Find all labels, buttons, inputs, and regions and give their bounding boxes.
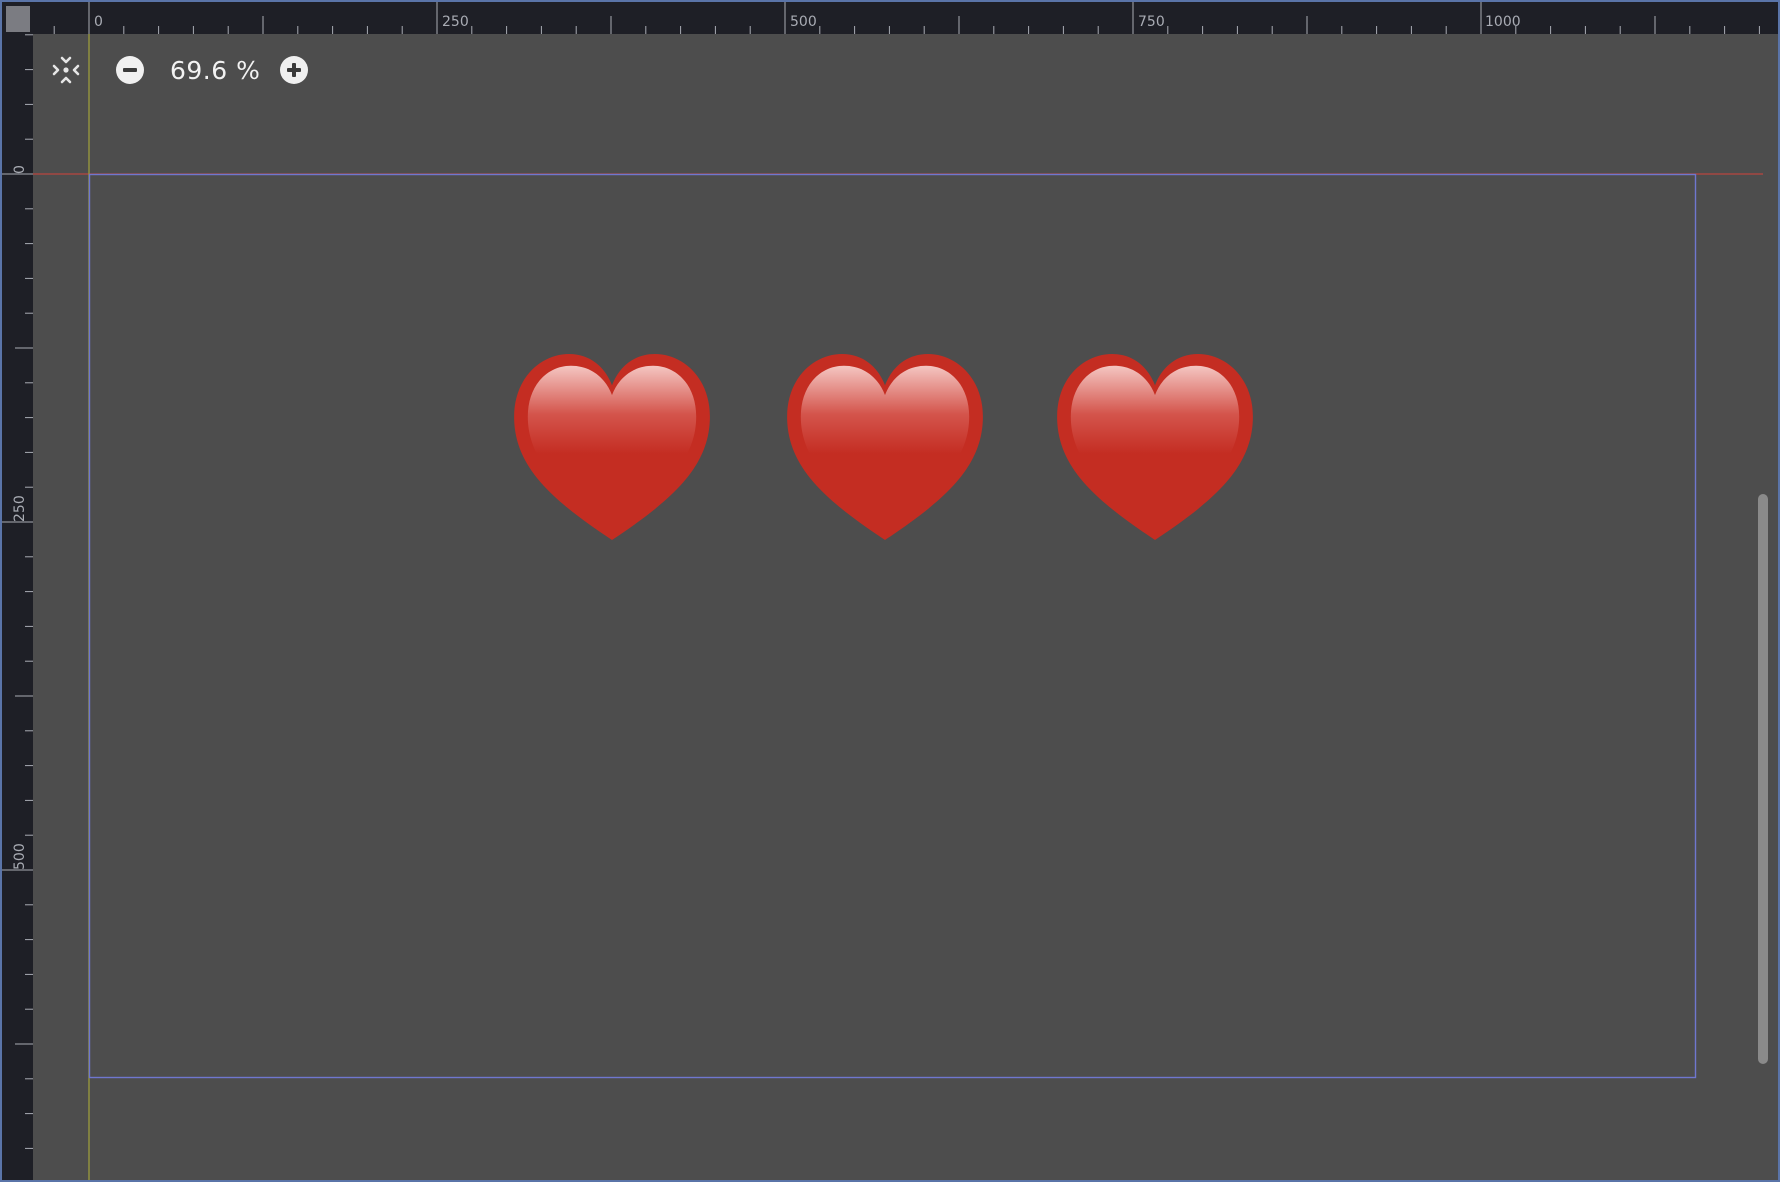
zoom-out-button[interactable] (112, 52, 148, 88)
heart-sprite-1[interactable] (514, 354, 710, 540)
ruler-top[interactable]: 0 250 500 750 1000 (32, 2, 1778, 34)
zoom-toolbar: 69.6 % (48, 52, 312, 88)
heart-icon (514, 354, 710, 540)
ruler-left[interactable]: 0 250 500 (2, 32, 33, 1180)
heart-icon (1057, 354, 1253, 540)
zoom-in-button[interactable] (276, 52, 312, 88)
viewport-guides (33, 34, 1763, 1180)
zoom-out-icon (116, 56, 144, 84)
canvas-editor: 0 250 500 750 1000 0 250 500 69.6 % (0, 0, 1780, 1182)
zoom-in-icon (280, 56, 309, 84)
heart-sprite-2[interactable] (787, 354, 983, 540)
ruler-top-label-500: 500 (790, 14, 817, 30)
ruler-left-label-500: 500 (12, 843, 28, 870)
canvas-viewport[interactable] (33, 34, 1763, 1180)
center-view-icon (52, 56, 80, 84)
ruler-corner-knob[interactable] (6, 6, 30, 34)
viewport-rect (88, 173, 1697, 1079)
vertical-scrollbar[interactable] (1758, 42, 1770, 1180)
heart-icon (787, 354, 983, 540)
ruler-left-ticks: 0 250 500 (2, 34, 33, 1149)
heart-sprite-3[interactable] (1057, 354, 1253, 540)
ruler-top-label-750: 750 (1138, 14, 1165, 30)
ruler-top-label-250: 250 (442, 14, 469, 30)
vertical-scrollbar-thumb[interactable] (1758, 494, 1768, 1064)
ruler-top-ticks: 0 250 500 750 1000 (53, 2, 1760, 34)
ruler-top-label-0: 0 (94, 14, 103, 30)
ruler-top-label-1000: 1000 (1485, 14, 1521, 30)
center-view-button[interactable] (48, 52, 84, 88)
ruler-left-label-250: 250 (12, 495, 28, 522)
ruler-left-label-0: 0 (12, 165, 28, 174)
ruler-corner (2, 2, 32, 34)
zoom-level-label[interactable]: 69.6 % (170, 56, 260, 85)
